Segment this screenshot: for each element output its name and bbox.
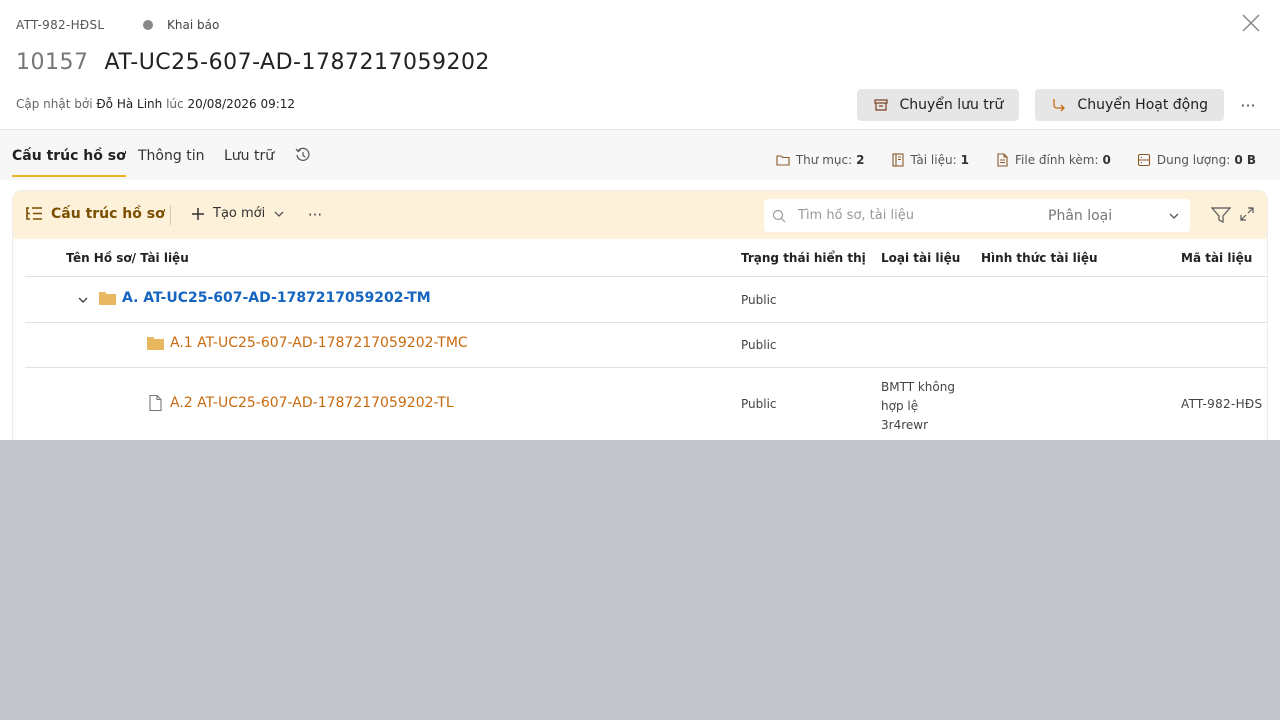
table-row[interactable]: A. AT-UC25-607-AD-1787217059202-TM Publi…: [25, 278, 1267, 323]
row-name[interactable]: A. AT-UC25-607-AD-1787217059202-TM: [99, 290, 431, 306]
create-new-label: Tạo mới: [213, 206, 266, 221]
activate-button-label: Chuyển Hoạt động: [1077, 97, 1208, 113]
row-type: BMTT không hợp lệ 3r4rewr: [881, 378, 955, 435]
folder-icon: [147, 337, 164, 350]
column-type[interactable]: Loại tài liệu: [881, 251, 960, 265]
close-icon: [1242, 14, 1260, 32]
header-more-button[interactable]: ···: [1234, 91, 1262, 119]
row-code: ATT-982-HĐS: [1181, 397, 1263, 411]
file-icon: [997, 153, 1008, 167]
archive-button-label: Chuyển lưu trữ: [899, 97, 1004, 113]
category-select[interactable]: Phân loại: [1048, 199, 1190, 232]
row-name-label: A. AT-UC25-607-AD-1787217059202-TM: [122, 290, 431, 306]
status-dot-icon: [143, 20, 153, 30]
record-name: AT-UC25-607-AD-1787217059202: [104, 50, 490, 75]
row-name-label: A.1 AT-UC25-607-AD-1787217059202-TMC: [170, 335, 468, 351]
chevron-down-icon: [274, 211, 284, 217]
filter-button[interactable]: [1210, 206, 1232, 226]
status-label: Khai báo: [167, 18, 220, 32]
page-title: 10157 AT-UC25-607-AD-1787217059202: [16, 50, 490, 75]
table-header: Tên Hồ sơ/ Tài liệu Trạng thái hiển thị …: [25, 239, 1267, 277]
row-status: Public: [741, 338, 777, 352]
stat-documents: Tài liệu: 1: [891, 153, 969, 167]
column-name[interactable]: Tên Hồ sơ/ Tài liệu: [66, 251, 189, 265]
archive-box-icon: [874, 99, 889, 111]
row-status: Public: [741, 293, 777, 307]
table-row[interactable]: A.1 AT-UC25-607-AD-1787217059202-TMC Pub…: [25, 323, 1267, 368]
history-icon: [295, 147, 310, 161]
record-code: ATT-982-HĐSL: [16, 18, 105, 32]
storage-icon: [1137, 153, 1150, 167]
row-name[interactable]: A.1 AT-UC25-607-AD-1787217059202-TMC: [147, 335, 468, 351]
record-id: 10157: [16, 50, 89, 75]
row-name-label: A.2 AT-UC25-607-AD-1787217059202-TL: [170, 395, 454, 411]
tab-structure[interactable]: Cấu trúc hồ sơ: [12, 148, 126, 177]
update-info: Cập nhật bởi Đỗ Hà Linh lúc 20/08/2026 0…: [16, 97, 295, 111]
expand-icon: [1240, 207, 1254, 221]
row-type-line: BMTT không: [881, 380, 955, 394]
close-button[interactable]: [1240, 12, 1262, 34]
stat-size-label: Dung lượng:: [1156, 153, 1231, 167]
stat-size: Dung lượng: 0 B: [1137, 153, 1256, 167]
chevron-down-icon: [1169, 213, 1179, 219]
column-form[interactable]: Hình thức tài liệu: [981, 251, 1098, 265]
row-name[interactable]: A.2 AT-UC25-607-AD-1787217059202-TL: [147, 395, 454, 411]
category-select-value: Phân loại: [1048, 207, 1113, 224]
toolbar-divider: [170, 205, 171, 225]
folder-outline-icon: [776, 155, 790, 166]
stat-attachments-label: File đính kèm:: [1015, 153, 1099, 167]
stat-size-value: 0 B: [1234, 153, 1256, 167]
filter-icon: [1210, 207, 1232, 223]
search-icon: [772, 209, 786, 222]
status-indicator: Khai báo: [143, 18, 219, 32]
updated-mid: lúc: [166, 97, 184, 111]
stat-attachments-value: 0: [1102, 153, 1111, 167]
tree-list-icon: [26, 207, 42, 220]
row-status: Public: [741, 397, 777, 411]
stat-folders-value: 2: [856, 153, 865, 167]
stat-attachments: File đính kèm: 0: [995, 153, 1111, 167]
book-icon: [891, 153, 904, 167]
structure-card: Cấu trúc hồ sơ Tạo mới ··· Phân loại: [12, 190, 1268, 440]
toolbar-title-label: Cấu trúc hồ sơ: [51, 206, 165, 222]
updated-by: Đỗ Hà Linh: [96, 97, 163, 111]
folder-icon: [99, 292, 116, 305]
row-type-line: 3r4rewr: [881, 418, 929, 432]
toolbar-more-button[interactable]: ···: [303, 203, 327, 227]
row-type-line: hợp lệ: [881, 399, 919, 413]
stat-folders: Thư mục: 2: [776, 153, 865, 167]
stat-documents-label: Tài liệu:: [910, 153, 957, 167]
updated-at: 20/08/2026 09:12: [187, 97, 296, 111]
expand-button[interactable]: [1239, 206, 1255, 222]
document-icon: [149, 395, 162, 411]
archive-button[interactable]: Chuyển lưu trữ: [857, 89, 1020, 121]
search-input[interactable]: [798, 208, 1028, 223]
table-row[interactable]: A.2 AT-UC25-607-AD-1787217059202-TL Publ…: [25, 368, 1267, 440]
tab-info[interactable]: Thông tin: [138, 148, 204, 175]
header-actions: Chuyển lưu trữ Chuyển Hoạt động ···: [841, 89, 1262, 121]
structure-toolbar: Cấu trúc hồ sơ Tạo mới ··· Phân loại: [13, 191, 1267, 239]
toolbar-title: Cấu trúc hồ sơ: [25, 206, 165, 222]
create-new-button[interactable]: Tạo mới: [191, 206, 285, 221]
activate-button[interactable]: Chuyển Hoạt động: [1035, 89, 1224, 121]
tab-storage[interactable]: Lưu trữ: [224, 148, 274, 175]
record-header: ATT-982-HĐSL Khai báo 10157 AT-UC25-607-…: [0, 0, 1280, 130]
plus-icon: [192, 207, 204, 220]
record-detail-panel: ATT-982-HĐSL Khai báo 10157 AT-UC25-607-…: [0, 0, 1280, 440]
history-button[interactable]: [295, 147, 311, 163]
column-code[interactable]: Mã tài liệu: [1181, 251, 1252, 265]
arrow-turn-right-icon: [1053, 99, 1066, 112]
stat-folders-label: Thư mục:: [795, 153, 853, 167]
stats-bar: Thư mục: 2 Tài liệu: 1 File đính kèm: 0 Dun…: [750, 153, 1256, 167]
chevron-down-icon[interactable]: [77, 294, 89, 306]
search-box: Phân loại: [764, 199, 1190, 232]
updated-prefix: Cập nhật bởi: [16, 97, 93, 111]
stat-documents-value: 1: [960, 153, 969, 167]
column-status[interactable]: Trạng thái hiển thị: [741, 251, 866, 265]
